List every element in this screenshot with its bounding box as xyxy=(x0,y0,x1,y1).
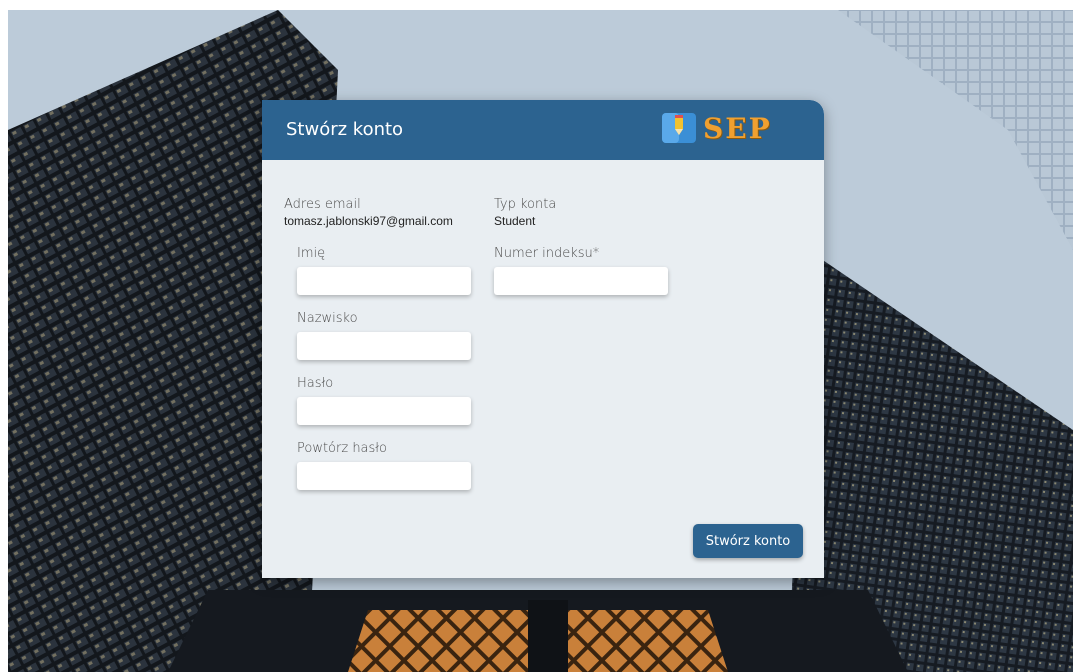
create-account-card: Stwórz konto SEP Adres email tomasz.jabl… xyxy=(262,100,824,578)
card-header: Stwórz konto SEP xyxy=(262,100,824,160)
index-number-input[interactable] xyxy=(494,267,668,295)
logo-text: SEP xyxy=(703,111,772,145)
password-input[interactable] xyxy=(297,397,471,425)
first-name-input[interactable] xyxy=(297,267,471,295)
last-name-label: Nazwisko xyxy=(297,311,358,326)
last-name-input[interactable] xyxy=(297,332,471,360)
first-name-label: Imię xyxy=(297,246,326,261)
repeat-password-input[interactable] xyxy=(297,462,471,490)
email-value: tomasz.jablonski97@gmail.com xyxy=(284,214,453,228)
account-type-label: Typ konta xyxy=(494,197,557,212)
account-type-value: Student xyxy=(494,214,536,228)
repeat-password-label: Powtórz hasło xyxy=(297,441,387,456)
password-label: Hasło xyxy=(297,376,334,391)
index-number-label: Numer indeksu* xyxy=(494,246,600,261)
email-label: Adres email xyxy=(284,197,361,212)
page-title: Stwórz konto xyxy=(286,119,404,140)
sep-logo: SEP xyxy=(661,110,772,146)
create-account-button[interactable]: Stwórz konto xyxy=(693,524,803,558)
pencil-book-icon xyxy=(662,113,696,143)
